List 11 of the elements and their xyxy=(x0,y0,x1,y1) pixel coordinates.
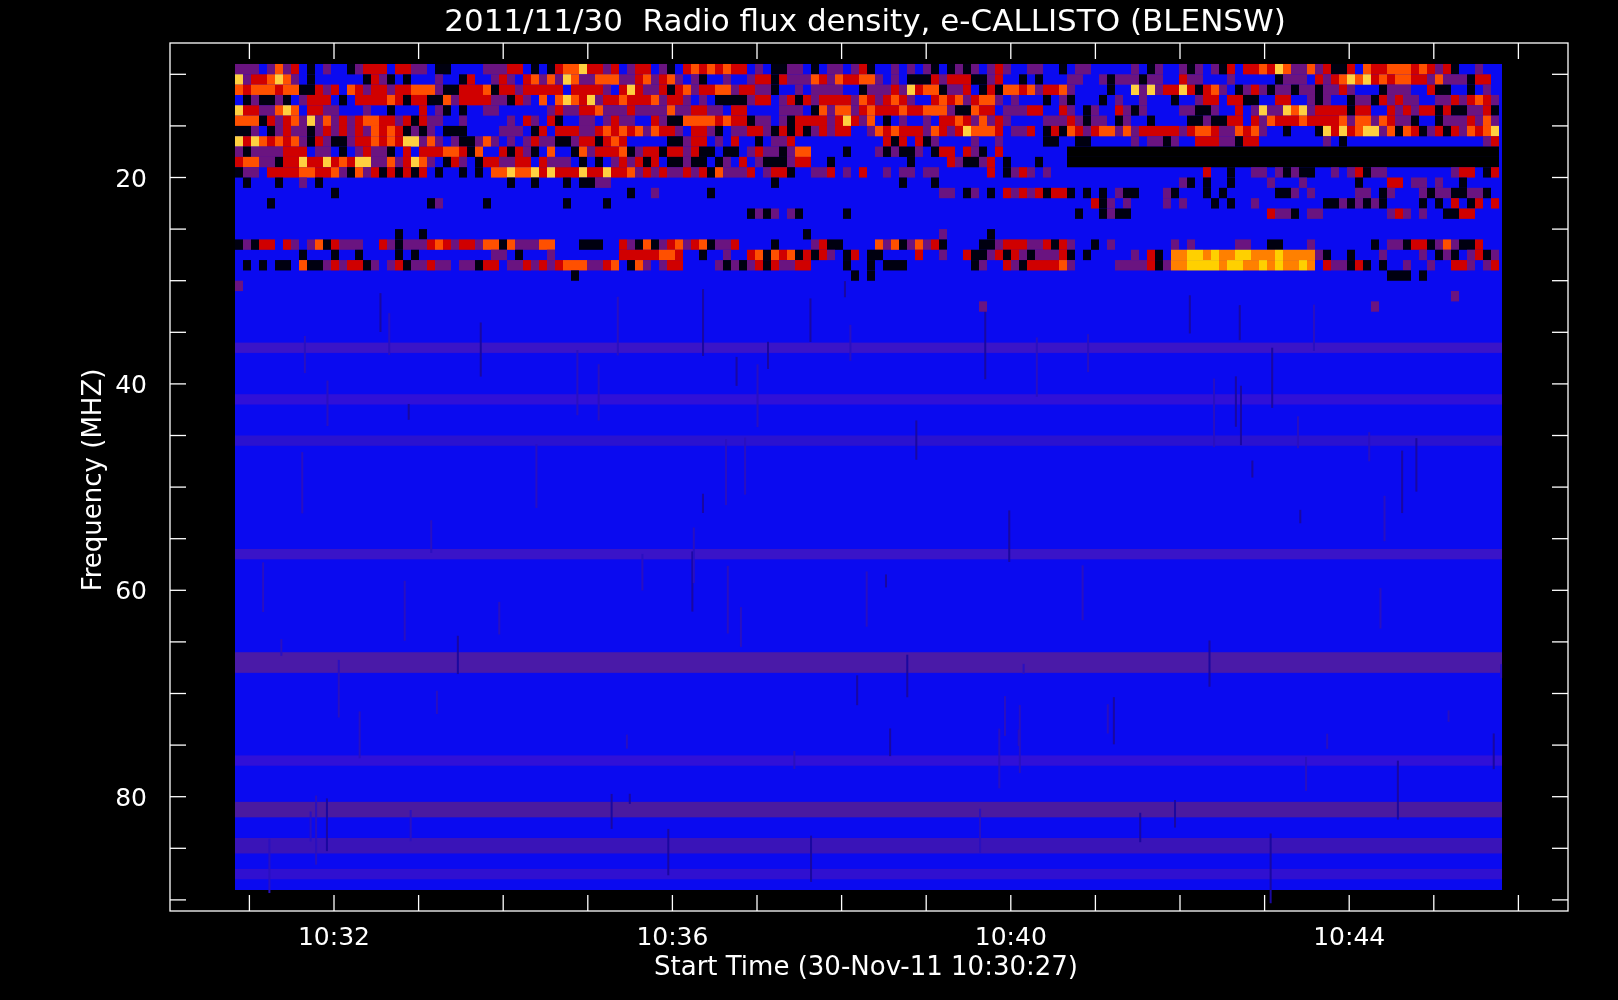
chart-title: 2011/11/30 Radio flux density, e-CALLISTO (BLENSW) xyxy=(444,2,1286,38)
y-tick-label: 80 xyxy=(115,782,147,812)
y-axis-title: Frequency (MHZ) xyxy=(77,368,107,592)
y-tick-label: 40 xyxy=(115,369,147,399)
x-tick-label: 10:40 xyxy=(974,922,1047,951)
x-tick-label: 10:44 xyxy=(1313,922,1386,951)
x-axis-title: Start Time (30-Nov-11 10:30:27) xyxy=(654,951,1078,981)
x-tick-label: 10:32 xyxy=(298,922,370,951)
y-tick-label: 20 xyxy=(115,163,147,193)
x-tick-label: 10:36 xyxy=(636,922,709,951)
y-tick-label: 60 xyxy=(115,576,147,606)
